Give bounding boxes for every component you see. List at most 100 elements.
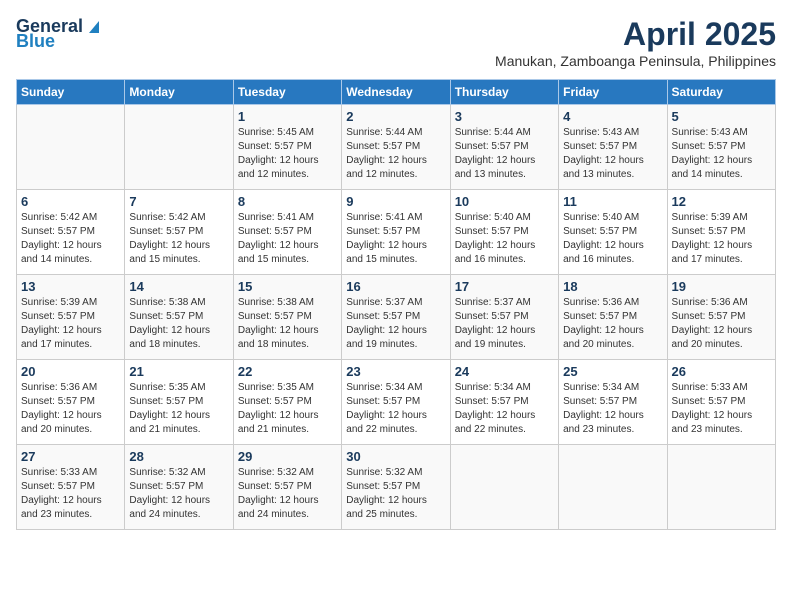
- day-info: Sunrise: 5:42 AM Sunset: 5:57 PM Dayligh…: [21, 211, 120, 267]
- day-info: Sunrise: 5:42 AM Sunset: 5:57 PM Dayligh…: [129, 211, 228, 267]
- calendar-cell: 3 Sunrise: 5:44 AM Sunset: 5:57 PM Daylig…: [450, 105, 558, 190]
- day-info: Sunrise: 5:41 AM Sunset: 5:57 PM Dayligh…: [238, 211, 337, 267]
- day-info: Sunrise: 5:38 AM Sunset: 5:57 PM Dayligh…: [238, 296, 337, 352]
- calendar-cell: 4 Sunrise: 5:43 AM Sunset: 5:57 PM Daylig…: [559, 105, 667, 190]
- day-number: 26: [672, 364, 771, 379]
- calendar-table: SundayMondayTuesdayWednesdayThursdayFrid…: [16, 79, 776, 530]
- day-number: 25: [563, 364, 662, 379]
- day-info: Sunrise: 5:36 AM Sunset: 5:57 PM Dayligh…: [21, 381, 120, 437]
- day-number: 9: [346, 194, 445, 209]
- header-cell-thursday: Thursday: [450, 80, 558, 105]
- day-number: 22: [238, 364, 337, 379]
- day-number: 18: [563, 279, 662, 294]
- header-row: SundayMondayTuesdayWednesdayThursdayFrid…: [17, 80, 776, 105]
- calendar-week-1: 1Sunrise: 5:45 AM Sunset: 5:57 PM Daylig…: [17, 105, 776, 190]
- page-header: General Blue April 2025 Manukan, Zamboan…: [16, 16, 776, 69]
- calendar-cell: 23Sunrise: 5:34 AM Sunset: 5:57 PM Dayli…: [342, 360, 450, 445]
- day-number: 4: [563, 109, 662, 124]
- day-info: Sunrise: 5:44 AM Sunset: 5:57 PM Dayligh…: [455, 126, 554, 182]
- logo-blue-text: Blue: [16, 31, 55, 52]
- day-number: 23: [346, 364, 445, 379]
- calendar-cell: 30 Sunrise: 5:32 AM Sunset: 5:57 PM Dayli…: [342, 445, 450, 530]
- day-info: Sunrise: 5:39 AM Sunset: 5:57 PM Dayligh…: [21, 296, 120, 352]
- day-number: 24: [455, 364, 554, 379]
- title-block: April 2025 Manukan, Zamboanga Peninsula,…: [495, 16, 776, 69]
- calendar-cell: 1Sunrise: 5:45 AM Sunset: 5:57 PM Daylig…: [233, 105, 341, 190]
- day-number: 2: [346, 109, 445, 124]
- day-info: Sunrise: 5:35 AM Sunset: 5:57 PM Dayligh…: [129, 381, 228, 437]
- calendar-cell: 13 Sunrise: 5:39 AM Sunset: 5:57 PM Dayli…: [17, 275, 125, 360]
- day-info: Sunrise: 5:40 AM Sunset: 5:57 PM Dayligh…: [455, 211, 554, 267]
- day-number: 14: [129, 279, 228, 294]
- calendar-cell: 14Sunrise: 5:38 AM Sunset: 5:57 PM Dayli…: [125, 275, 233, 360]
- day-info: Sunrise: 5:41 AM Sunset: 5:57 PM Dayligh…: [346, 211, 445, 267]
- day-info: Sunrise: 5:39 AM Sunset: 5:57 PM Dayligh…: [672, 211, 771, 267]
- calendar-cell: 12 Sunrise: 5:39 AM Sunset: 5:57 PM Dayli…: [667, 190, 775, 275]
- calendar-week-3: 13 Sunrise: 5:39 AM Sunset: 5:57 PM Dayli…: [17, 275, 776, 360]
- calendar-cell: 21 Sunrise: 5:35 AM Sunset: 5:57 PM Dayli…: [125, 360, 233, 445]
- calendar-cell: 29 Sunrise: 5:32 AM Sunset: 5:57 PM Dayli…: [233, 445, 341, 530]
- day-number: 8: [238, 194, 337, 209]
- header-cell-wednesday: Wednesday: [342, 80, 450, 105]
- calendar-cell: 10 Sunrise: 5:40 AM Sunset: 5:57 PM Dayli…: [450, 190, 558, 275]
- calendar-week-2: 6 Sunrise: 5:42 AM Sunset: 5:57 PM Daylig…: [17, 190, 776, 275]
- day-number: 29: [238, 449, 337, 464]
- calendar-cell: 16Sunrise: 5:37 AM Sunset: 5:57 PM Dayli…: [342, 275, 450, 360]
- day-number: 3: [455, 109, 554, 124]
- calendar-cell: 11Sunrise: 5:40 AM Sunset: 5:57 PM Dayli…: [559, 190, 667, 275]
- day-info: Sunrise: 5:40 AM Sunset: 5:57 PM Dayligh…: [563, 211, 662, 267]
- calendar-cell: [667, 445, 775, 530]
- day-number: 21: [129, 364, 228, 379]
- calendar-cell: 22 Sunrise: 5:35 AM Sunset: 5:57 PM Dayli…: [233, 360, 341, 445]
- day-number: 12: [672, 194, 771, 209]
- day-number: 10: [455, 194, 554, 209]
- day-number: 15: [238, 279, 337, 294]
- calendar-cell: 28Sunrise: 5:32 AM Sunset: 5:57 PM Dayli…: [125, 445, 233, 530]
- day-info: Sunrise: 5:43 AM Sunset: 5:57 PM Dayligh…: [563, 126, 662, 182]
- day-number: 20: [21, 364, 120, 379]
- day-info: Sunrise: 5:43 AM Sunset: 5:57 PM Dayligh…: [672, 126, 771, 182]
- day-number: 6: [21, 194, 120, 209]
- calendar-cell: 5 Sunrise: 5:43 AM Sunset: 5:57 PM Daylig…: [667, 105, 775, 190]
- calendar-cell: [450, 445, 558, 530]
- calendar-week-5: 27 Sunrise: 5:33 AM Sunset: 5:57 PM Dayli…: [17, 445, 776, 530]
- day-number: 13: [21, 279, 120, 294]
- calendar-cell: 6 Sunrise: 5:42 AM Sunset: 5:57 PM Daylig…: [17, 190, 125, 275]
- day-info: Sunrise: 5:35 AM Sunset: 5:57 PM Dayligh…: [238, 381, 337, 437]
- header-cell-tuesday: Tuesday: [233, 80, 341, 105]
- calendar-cell: 8 Sunrise: 5:41 AM Sunset: 5:57 PM Daylig…: [233, 190, 341, 275]
- calendar-cell: 19 Sunrise: 5:36 AM Sunset: 5:57 PM Dayli…: [667, 275, 775, 360]
- day-number: 28: [129, 449, 228, 464]
- header-cell-sunday: Sunday: [17, 80, 125, 105]
- calendar-title: April 2025: [495, 16, 776, 53]
- day-number: 27: [21, 449, 120, 464]
- day-number: 5: [672, 109, 771, 124]
- calendar-cell: 27 Sunrise: 5:33 AM Sunset: 5:57 PM Dayli…: [17, 445, 125, 530]
- day-info: Sunrise: 5:33 AM Sunset: 5:57 PM Dayligh…: [21, 466, 120, 522]
- day-info: Sunrise: 5:44 AM Sunset: 5:57 PM Dayligh…: [346, 126, 445, 182]
- day-info: Sunrise: 5:34 AM Sunset: 5:57 PM Dayligh…: [563, 381, 662, 437]
- day-info: Sunrise: 5:34 AM Sunset: 5:57 PM Dayligh…: [455, 381, 554, 437]
- logo-icon: [85, 17, 103, 35]
- calendar-subtitle: Manukan, Zamboanga Peninsula, Philippine…: [495, 53, 776, 69]
- day-info: Sunrise: 5:32 AM Sunset: 5:57 PM Dayligh…: [238, 466, 337, 522]
- header-cell-saturday: Saturday: [667, 80, 775, 105]
- day-info: Sunrise: 5:33 AM Sunset: 5:57 PM Dayligh…: [672, 381, 771, 437]
- calendar-cell: 18Sunrise: 5:36 AM Sunset: 5:57 PM Dayli…: [559, 275, 667, 360]
- day-number: 19: [672, 279, 771, 294]
- header-cell-friday: Friday: [559, 80, 667, 105]
- calendar-cell: [17, 105, 125, 190]
- day-number: 17: [455, 279, 554, 294]
- calendar-cell: 2 Sunrise: 5:44 AM Sunset: 5:57 PM Daylig…: [342, 105, 450, 190]
- day-number: 1: [238, 109, 337, 124]
- day-number: 7: [129, 194, 228, 209]
- day-number: 30: [346, 449, 445, 464]
- calendar-cell: 15 Sunrise: 5:38 AM Sunset: 5:57 PM Dayli…: [233, 275, 341, 360]
- calendar-cell: [125, 105, 233, 190]
- logo: General Blue: [16, 16, 103, 52]
- calendar-cell: [559, 445, 667, 530]
- day-info: Sunrise: 5:36 AM Sunset: 5:57 PM Dayligh…: [672, 296, 771, 352]
- calendar-cell: 17Sunrise: 5:37 AM Sunset: 5:57 PM Dayli…: [450, 275, 558, 360]
- day-info: Sunrise: 5:32 AM Sunset: 5:57 PM Dayligh…: [346, 466, 445, 522]
- calendar-cell: 7 Sunrise: 5:42 AM Sunset: 5:57 PM Daylig…: [125, 190, 233, 275]
